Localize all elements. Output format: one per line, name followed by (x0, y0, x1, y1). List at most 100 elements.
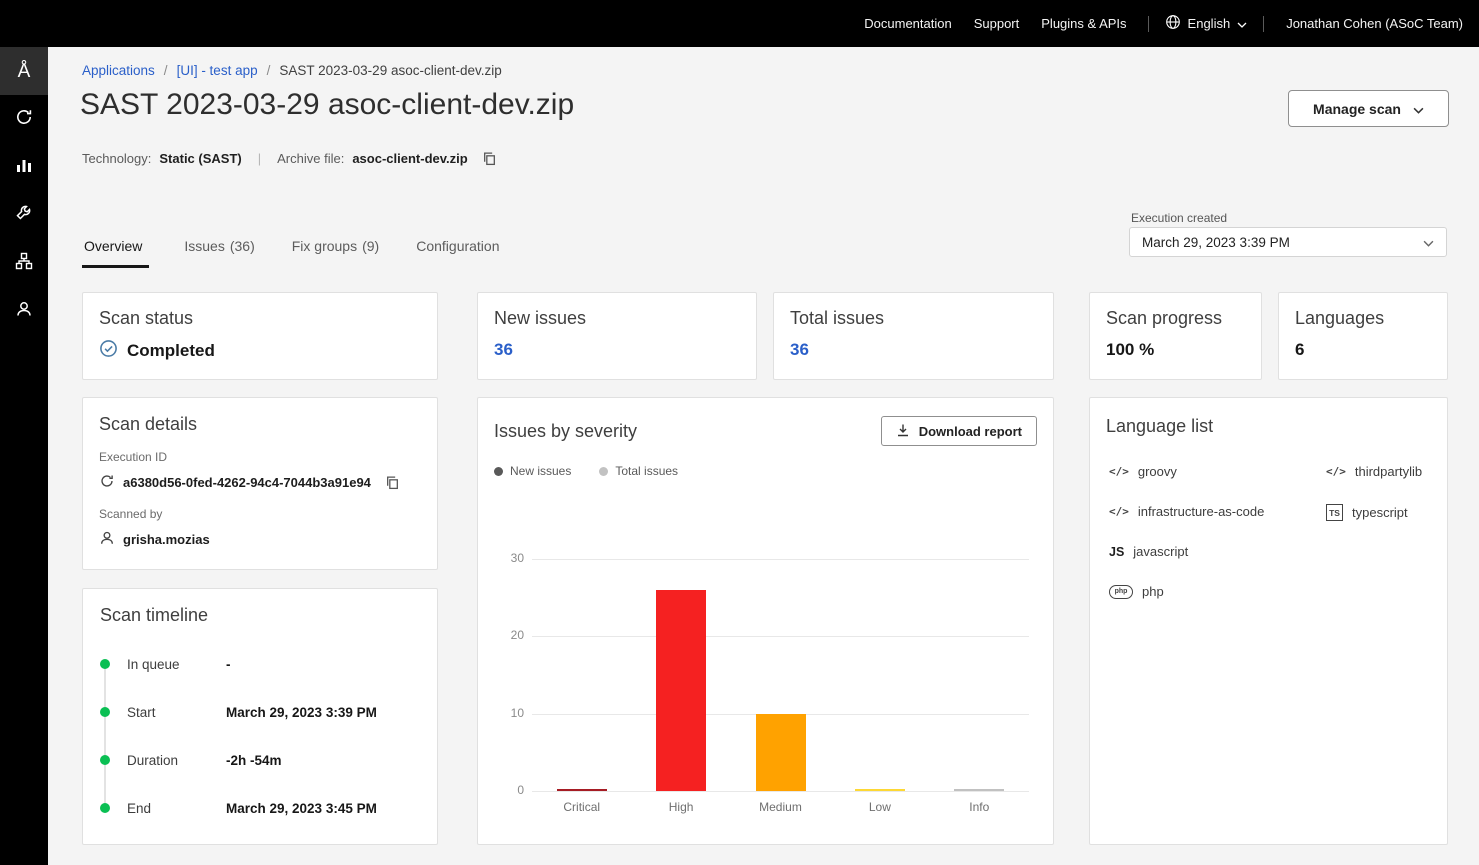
language-item-typescript: TS typescript (1326, 504, 1408, 521)
bar-chart-icon (15, 156, 33, 179)
chart-gridline (532, 791, 1029, 792)
total-issues-card: Total issues 36 (773, 292, 1054, 380)
user-icon (15, 300, 33, 323)
card-title: Scan progress (1106, 308, 1245, 329)
page-title: SAST 2023-03-29 asoc-client-dev.zip (80, 88, 574, 122)
timeline-value: March 29, 2023 3:39 PM (226, 705, 377, 720)
technology-label: Technology: (82, 151, 151, 166)
breadcrumb-app[interactable]: [UI] - test app (177, 63, 258, 78)
javascript-icon: JS (1109, 545, 1124, 559)
timeline-dot-icon (100, 803, 110, 813)
language-item-javascript: JS javascript (1109, 544, 1188, 559)
appscan-logo-icon: Å (18, 62, 31, 81)
card-title: Scan status (99, 308, 421, 329)
card-title: Scan timeline (100, 605, 421, 626)
tab-label: Fix groups (292, 238, 357, 254)
topbar-link-support[interactable]: Support (974, 16, 1020, 31)
card-title: New issues (494, 308, 740, 329)
topbar-link-plugins-apis[interactable]: Plugins & APIs (1041, 16, 1126, 31)
timeline-label: End (127, 801, 226, 816)
technology-row: Technology: Static (SAST) | Archive file… (82, 151, 497, 166)
timeline-value: -2h -54m (226, 753, 282, 768)
chart-gridline (532, 559, 1029, 560)
chart-x-label: Low (830, 800, 929, 814)
user-icon (99, 530, 115, 549)
user-menu[interactable]: Jonathan Cohen (ASoC Team) (1286, 16, 1463, 31)
check-circle-icon (99, 339, 118, 363)
chart-y-tick: 30 (488, 551, 524, 565)
execution-id-value: a6380d56-0fed-4262-94c4-7044b3a91e94 (123, 475, 371, 490)
language-label: thirdpartylib (1355, 464, 1422, 479)
execution-id-label: Execution ID (99, 450, 421, 464)
tab-configuration[interactable]: Configuration (414, 231, 506, 268)
topbar-divider (1263, 16, 1264, 32)
breadcrumb: Applications / [UI] - test app / SAST 20… (82, 63, 502, 78)
language-item-php: php php (1109, 584, 1164, 599)
scan-progress-card: Scan progress 100 % (1089, 292, 1262, 380)
divider: | (258, 151, 261, 166)
copy-icon[interactable] (385, 475, 400, 490)
language-label: php (1142, 584, 1164, 599)
breadcrumb-current: SAST 2023-03-29 asoc-client-dev.zip (279, 63, 501, 78)
timeline-label: In queue (127, 657, 226, 672)
total-issues-value: 36 (790, 340, 1037, 360)
tab-issues[interactable]: Issues (36) (182, 231, 256, 268)
chevron-down-icon (1413, 101, 1424, 117)
archive-file-value: asoc-client-dev.zip (352, 151, 467, 166)
tab-count: (36) (230, 238, 255, 254)
execution-created-select[interactable]: March 29, 2023 3:39 PM (1129, 227, 1447, 257)
tab-label: Configuration (416, 238, 499, 254)
chart-y-tick: 10 (488, 706, 524, 720)
typescript-icon: TS (1326, 504, 1343, 521)
timeline-value: March 29, 2023 3:45 PM (226, 801, 377, 816)
topbar: Documentation Support Plugins & APIs Eng… (0, 0, 1479, 47)
code-icon: </> (1109, 505, 1129, 518)
timeline-label: Start (127, 705, 226, 720)
network-icon (15, 252, 33, 275)
timeline-row-in-queue: In queue - (100, 640, 421, 688)
sidebar-item-tools[interactable] (0, 191, 48, 239)
sidebar-item-reports[interactable] (0, 143, 48, 191)
copy-icon[interactable] (482, 151, 497, 166)
card-title: Languages (1295, 308, 1431, 329)
sidebar-item-profile[interactable] (0, 287, 48, 335)
timeline-row-end: End March 29, 2023 3:45 PM (100, 784, 421, 832)
card-title: Language list (1106, 416, 1431, 437)
chevron-down-icon (1237, 16, 1247, 31)
sidebar-item-applications[interactable]: Å (0, 47, 48, 95)
chart-x-label: High (631, 800, 730, 814)
chart-bar-low (855, 789, 905, 792)
manage-scan-label: Manage scan (1313, 101, 1401, 117)
code-icon: </> (1326, 465, 1346, 478)
scan-progress-value: 100 % (1106, 340, 1245, 360)
tab-label: Overview (84, 238, 142, 254)
chart-bar-medium (756, 714, 806, 791)
new-issues-value: 36 (494, 340, 740, 360)
card-title: Total issues (790, 308, 1037, 329)
timeline: In queue - Start March 29, 2023 3:39 PM … (100, 640, 421, 832)
manage-scan-button[interactable]: Manage scan (1288, 90, 1449, 127)
tab-overview[interactable]: Overview (82, 231, 149, 268)
languages-value: 6 (1295, 340, 1431, 360)
scanned-by-value: grisha.mozias (123, 532, 210, 547)
timeline-label: Duration (127, 753, 226, 768)
language-label: infrastructure-as-code (1138, 504, 1264, 519)
chart-y-tick: 0 (488, 783, 524, 797)
language-label: typescript (1352, 505, 1408, 520)
language-list-card: Language list </> groovy </> thirdpartyl… (1089, 397, 1448, 845)
topbar-link-documentation[interactable]: Documentation (864, 16, 951, 31)
chart-x-label: Medium (731, 800, 830, 814)
chart-bar-critical (557, 789, 607, 792)
tab-fix-groups[interactable]: Fix groups (9) (290, 231, 381, 268)
language-selector[interactable]: English (1165, 14, 1248, 33)
severity-bar-chart: 0102030CriticalHighMediumLowInfo (478, 398, 1055, 846)
breadcrumb-applications[interactable]: Applications (82, 63, 155, 78)
chart-gridline (532, 636, 1029, 637)
sidebar-item-organization[interactable] (0, 239, 48, 287)
sidebar-item-scans[interactable] (0, 95, 48, 143)
language-item-infrastructure-as-code: </> infrastructure-as-code (1109, 504, 1264, 519)
scan-status-card: Scan status Completed (82, 292, 438, 380)
language-label: English (1188, 16, 1231, 31)
chart-x-label: Info (930, 800, 1029, 814)
chart-y-tick: 20 (488, 628, 524, 642)
